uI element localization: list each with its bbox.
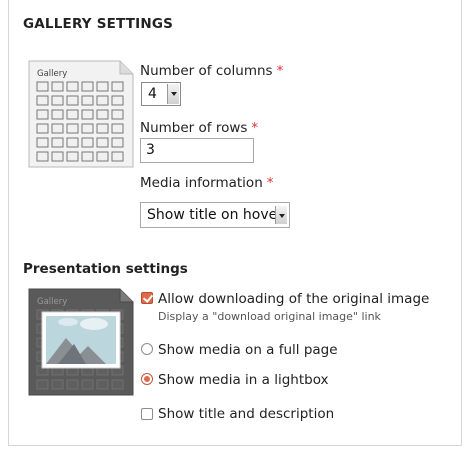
grid-cell-icon [66,379,79,390]
grid-cell-icon [111,379,124,390]
grid-cell-icon [96,379,109,390]
grid-cell-icon [36,109,49,120]
grid-cell-icon [51,95,64,106]
grid-cell-icon [36,379,49,390]
columns-label-text: Number of columns [140,63,273,79]
grid-cell-icon [51,137,64,148]
grid-cell-icon [96,95,109,106]
grid-cell-icon [36,123,49,134]
grid-cell-icon [36,95,49,106]
grid-cell-icon [96,109,109,120]
grid-cell-icon [81,123,94,134]
grid-cell-icon [96,151,109,162]
rows-label-text: Number of rows [140,120,248,136]
media-info-select-value: Show title on hover [147,207,284,223]
grid-cell-icon [81,81,94,92]
grid-cell-icon [51,123,64,134]
rows-required-mark: * [251,120,259,136]
columns-select-value: 4 [148,86,157,102]
grid-cell-icon [81,137,94,148]
section-title: GALLERY SETTINGS [23,16,174,32]
grid-cell-icon [51,379,64,390]
rows-input-value: 3 [146,142,155,158]
media-info-label-text: Media information [140,175,263,191]
grid-cell-icon [81,109,94,120]
media-info-select[interactable]: Show title on hover [140,202,290,228]
allow-download-checkbox[interactable] [141,292,153,304]
columns-required-mark: * [276,63,284,79]
grid-cell-icon [111,151,124,162]
allow-download-hint: Display a "download original image" link [158,310,381,323]
full-page-label: Show media on a full page [158,342,338,358]
grid-cell-icon [111,95,124,106]
grid-cell-icon [66,123,79,134]
grid-cell-icon [111,137,124,148]
grid-cell-icon [96,81,109,92]
media-info-required-mark: * [266,175,274,191]
title-description-label: Show title and description [158,406,335,422]
rows-input[interactable]: 3 [140,138,254,163]
full-page-radio[interactable] [141,343,153,355]
grid-cell-icon [111,123,124,134]
columns-label: Number of columns * [140,63,283,79]
grid-cell-icon [81,151,94,162]
grid-cell-icon [66,95,79,106]
grid-cell-icon [66,81,79,92]
allow-download-label: Allow downloading of the original image [158,291,430,307]
grid-cell-icon [66,137,79,148]
grid-cell-icon [36,137,49,148]
presentation-thumbnail-caption: Gallery [37,297,67,307]
grid-cell-icon [51,81,64,92]
grid-cell-icon [81,95,94,106]
presentation-settings-title: Presentation settings [23,261,188,277]
grid-cell-icon [36,151,49,162]
rows-label: Number of rows * [140,120,258,136]
presentation-thumbnail-icon: Gallery [28,288,134,396]
grid-cell-icon [81,379,94,390]
grid-cell-icon [51,109,64,120]
title-description-checkbox[interactable] [141,408,153,420]
grid-cell-icon [96,137,109,148]
grid-cell-icon [66,109,79,120]
grid-cell-icon [51,151,64,162]
chevron-down-icon [167,84,179,104]
lightbox-label: Show media in a lightbox [158,372,329,388]
chevron-down-icon [275,206,287,224]
grid-cell-icon [111,109,124,120]
columns-select[interactable]: 4 [141,82,181,106]
lightbox-radio[interactable] [141,373,153,385]
media-info-label: Media information * [140,175,274,191]
grid-cell-icon [36,81,49,92]
grid-cell-icon [111,81,124,92]
picture-preview-icon [41,311,121,369]
grid-cell-icon [66,151,79,162]
gallery-thumbnail-icon: Gallery [28,60,134,168]
gallery-thumbnail-caption: Gallery [37,69,67,79]
grid-cell-icon [96,123,109,134]
